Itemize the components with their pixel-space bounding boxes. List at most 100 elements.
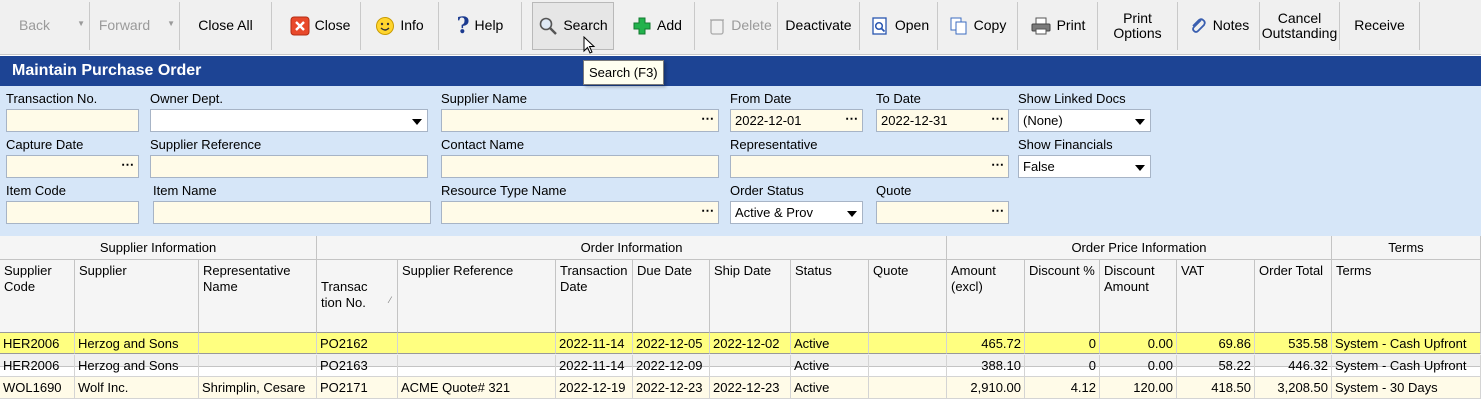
cell-amount-excl: 2,910.00: [947, 377, 1025, 399]
column-header-supplier[interactable]: Supplier: [75, 260, 199, 342]
resource-type-name-field[interactable]: ⋯: [441, 201, 719, 224]
resource-type-name-label: Resource Type Name: [441, 183, 567, 198]
dropdown-arrow-icon[interactable]: [1135, 119, 1145, 125]
column-header-ship-date[interactable]: Ship Date: [710, 260, 791, 342]
owner-dept-label: Owner Dept.: [150, 91, 223, 106]
cell-discount-amount: 0.00: [1100, 332, 1177, 354]
cell-transaction-date: 2022-11-14: [556, 332, 633, 354]
cell-order-total: 3,208.50: [1255, 377, 1332, 399]
cell-quote: [869, 355, 947, 377]
table-row[interactable]: HER2006 Herzog and Sons PO2162 2022-11-1…: [0, 332, 1481, 354]
column-header-amount-excl[interactable]: Amount (excl): [947, 260, 1025, 342]
item-name-field[interactable]: [153, 201, 431, 224]
column-header-discount-pct[interactable]: Discount %: [1025, 260, 1100, 342]
delete-button[interactable]: Delete: [703, 2, 778, 50]
representative-label: Representative: [730, 137, 818, 152]
chevron-down-icon[interactable]: ▼: [167, 19, 175, 29]
deactivate-button[interactable]: Deactivate: [778, 2, 860, 50]
back-button[interactable]: Back ▼: [0, 2, 90, 50]
contact-name-field[interactable]: [441, 155, 719, 178]
copy-button[interactable]: Copy: [938, 2, 1018, 50]
ellipsis-icon[interactable]: ⋯: [991, 157, 1004, 173]
column-header-transaction-no[interactable]: Transac tion No. ⁄: [317, 260, 398, 342]
ellipsis-icon[interactable]: ⋯: [701, 203, 714, 219]
cell-supplier-reference: [398, 332, 556, 354]
open-button[interactable]: Open: [862, 2, 938, 50]
column-header-supplier-reference[interactable]: Supplier Reference: [398, 260, 556, 342]
cell-representative-name: [199, 332, 317, 354]
quote-field[interactable]: ⋯: [876, 201, 1009, 224]
help-button[interactable]: ? Help: [439, 2, 522, 50]
show-linked-docs-select[interactable]: (None): [1018, 109, 1151, 132]
capture-date-field[interactable]: ⋯: [6, 155, 139, 178]
dropdown-arrow-icon[interactable]: [412, 119, 422, 125]
group-header-order-info: Order Information: [317, 236, 947, 260]
owner-dept-select[interactable]: [150, 109, 428, 132]
table-row[interactable]: WOL1690 Wolf Inc. Shrimplin, Cesare PO21…: [0, 377, 1481, 399]
forward-button[interactable]: Forward ▼: [90, 2, 180, 50]
question-mark-icon: ?: [456, 12, 470, 39]
notes-button[interactable]: Notes: [1178, 2, 1260, 50]
column-header-discount-amount[interactable]: Discount Amount: [1100, 260, 1177, 342]
toolbar: Back ▼ Forward ▼ Close All Close Info ? …: [0, 0, 1481, 55]
item-code-field[interactable]: [6, 201, 139, 224]
receive-button[interactable]: Receive: [1340, 2, 1420, 50]
column-header-status[interactable]: Status: [791, 260, 869, 342]
supplier-name-field[interactable]: ⋯: [441, 109, 719, 132]
representative-field[interactable]: ⋯: [730, 155, 1009, 178]
supplier-reference-field[interactable]: [150, 155, 428, 178]
ellipsis-icon[interactable]: ⋯: [121, 157, 134, 173]
capture-date-label: Capture Date: [6, 137, 84, 152]
transaction-no-field[interactable]: [6, 109, 139, 132]
add-button[interactable]: Add: [620, 2, 695, 50]
search-button[interactable]: Search: [532, 2, 614, 50]
column-header-supplier-code[interactable]: Supplier Code: [0, 260, 75, 342]
cell-supplier-code: HER2006: [0, 355, 75, 377]
table-row[interactable]: HER2006 Herzog and Sons PO2163 2022-11-1…: [0, 355, 1481, 377]
column-header-quote[interactable]: Quote: [869, 260, 947, 342]
column-header-transaction-date[interactable]: Transaction Date: [556, 260, 633, 342]
close-icon: [290, 16, 310, 36]
cancel-outstanding-button[interactable]: Cancel Outstanding: [1260, 2, 1340, 50]
cell-vat: 69.86: [1177, 332, 1255, 354]
copy-icon: [949, 16, 969, 36]
cell-quote: [869, 377, 947, 399]
transaction-no-label: Transaction No.: [6, 91, 98, 106]
close-all-button[interactable]: Close All: [180, 2, 272, 50]
close-button[interactable]: Close: [280, 2, 361, 50]
supplier-name-label: Supplier Name: [441, 91, 527, 106]
info-button[interactable]: Info: [361, 2, 439, 50]
print-button[interactable]: Print: [1018, 2, 1098, 50]
column-header-due-date[interactable]: Due Date: [633, 260, 710, 342]
smiley-icon: [375, 16, 395, 36]
dropdown-arrow-icon[interactable]: [1135, 165, 1145, 171]
from-date-field[interactable]: 2022-12-01 ⋯: [730, 109, 863, 132]
column-header-representative-name[interactable]: Representative Name: [199, 260, 317, 342]
column-header-vat[interactable]: VAT: [1177, 260, 1255, 342]
chevron-down-icon[interactable]: ▼: [77, 19, 85, 29]
cell-amount-excl: 388.10: [947, 355, 1025, 377]
from-date-label: From Date: [730, 91, 792, 106]
cell-quote: [869, 332, 947, 354]
ellipsis-icon[interactable]: ⋯: [991, 203, 1004, 219]
cell-discount-pct: 0: [1025, 332, 1100, 354]
ellipsis-icon[interactable]: ⋯: [845, 111, 858, 127]
purchase-order-grid: Supplier Information Order Information O…: [0, 236, 1481, 406]
cell-supplier: Herzog and Sons: [75, 355, 199, 377]
contact-name-label: Contact Name: [441, 137, 525, 152]
to-date-field[interactable]: 2022-12-31 ⋯: [876, 109, 1009, 132]
column-header-order-total[interactable]: Order Total: [1255, 260, 1332, 342]
cell-terms: System - 30 Days: [1332, 377, 1481, 399]
dropdown-arrow-icon[interactable]: [847, 211, 857, 217]
cell-transaction-no: PO2162: [317, 332, 398, 354]
column-header-terms[interactable]: Terms: [1332, 260, 1481, 342]
order-status-select[interactable]: Active & Prov: [730, 201, 863, 224]
cell-due-date: 2022-12-05: [633, 332, 710, 354]
cell-discount-pct: 0: [1025, 355, 1100, 377]
ellipsis-icon[interactable]: ⋯: [991, 111, 1004, 127]
print-options-button[interactable]: Print Options: [1098, 2, 1178, 50]
show-financials-select[interactable]: False: [1018, 155, 1151, 178]
supplier-reference-label: Supplier Reference: [150, 137, 262, 152]
cell-terms: System - Cash Upfront: [1332, 332, 1481, 354]
ellipsis-icon[interactable]: ⋯: [701, 111, 714, 127]
